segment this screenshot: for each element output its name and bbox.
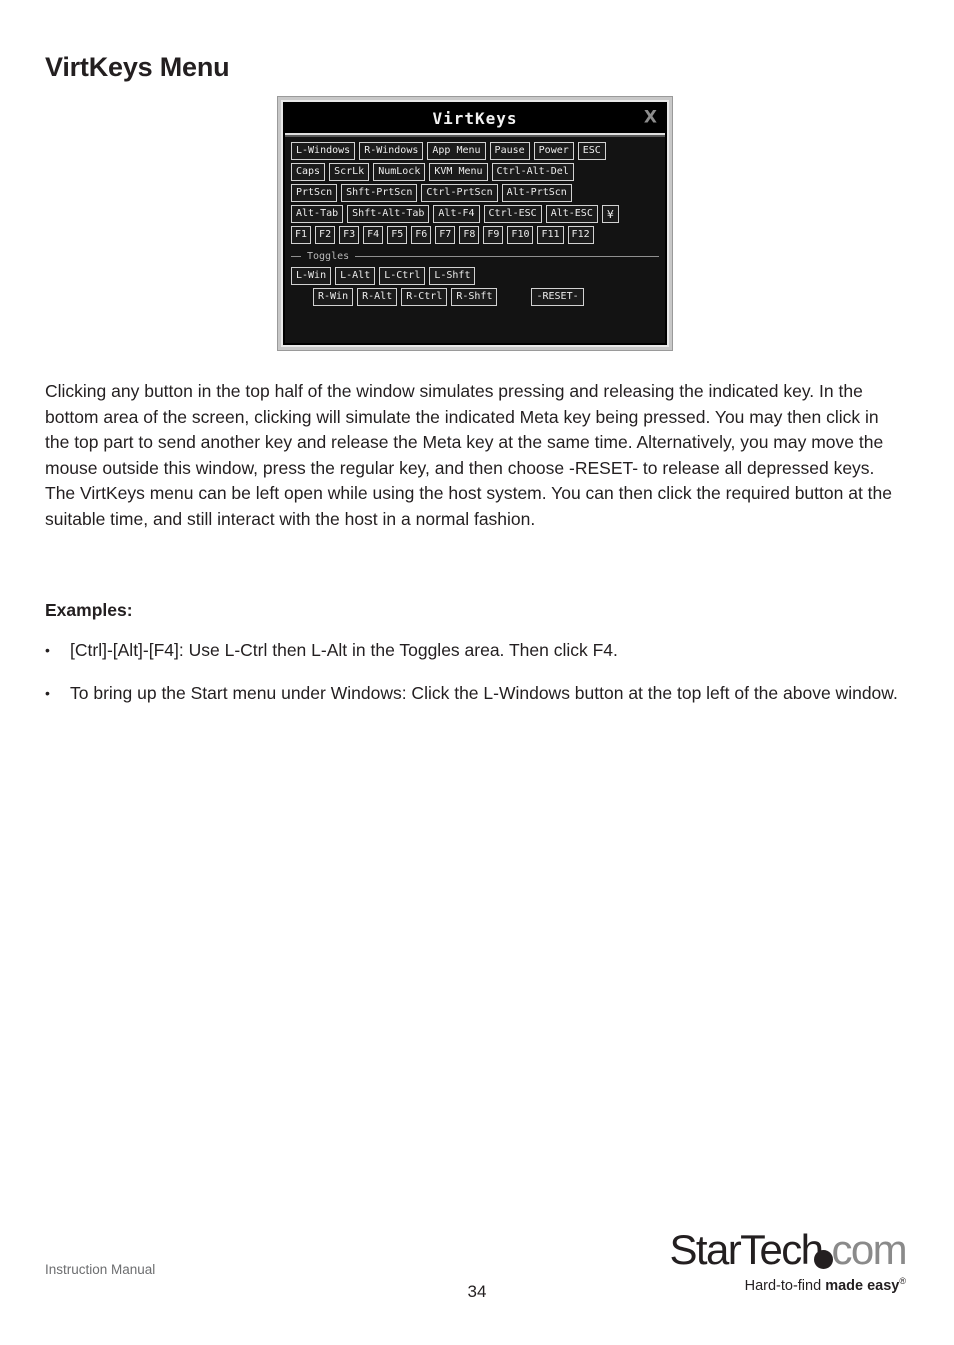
key-button-r-windows[interactable]: R-Windows [359, 142, 424, 160]
key-button-alt-prtscn[interactable]: Alt-PrtScn [501, 184, 572, 202]
key-button-f6[interactable]: F6 [411, 226, 432, 244]
virtkeys-dialog-figure: VirtKeys X L-Windows R-Windows App Menu Pau… [277, 96, 673, 351]
list-item: • [Ctrl]-[Alt]-[F4]: Use L-Ctrl then L-Al… [45, 638, 907, 664]
key-button-f11[interactable]: F11 [537, 226, 564, 244]
toggles-group-legend: Toggles [291, 250, 659, 262]
toggle-button-l-alt[interactable]: L-Alt [335, 267, 376, 285]
key-button-alt-tab[interactable]: Alt-Tab [291, 205, 344, 223]
bullet-marker: • [45, 684, 50, 701]
tagline-bold: made easy [825, 1277, 900, 1294]
key-button-f12[interactable]: F12 [567, 226, 594, 244]
key-button-f3[interactable]: F3 [339, 226, 360, 244]
dialog-title: VirtKeys [432, 108, 518, 128]
toggle-button-r-win[interactable]: R-Win [313, 288, 354, 306]
key-button-numlock[interactable]: NumLock [373, 163, 426, 181]
key-button-yen[interactable]: ¥ [601, 205, 619, 223]
dialog-body: L-Windows R-Windows App Menu Pause Power ESC C… [285, 137, 665, 343]
toggle-row: R-Win R-Alt R-Ctrl R-Shft -RESET- [291, 288, 659, 306]
toggle-row: L-Win L-Alt L-Ctrl L-Shft [291, 267, 659, 285]
key-button-kvm-menu[interactable]: KVM Menu [429, 163, 488, 181]
body-paragraph: Clicking any button in the top half of t… [45, 381, 892, 529]
bullet-text: To bring up the Start menu under Windows… [70, 682, 898, 703]
key-button-caps[interactable]: Caps [291, 163, 326, 181]
key-button-prtscn[interactable]: PrtScn [291, 184, 338, 202]
logo-com-text: com [831, 1226, 907, 1273]
bullet-text: [Ctrl]-[Alt]-[F4]: Use L-Ctrl then L-Alt… [70, 640, 618, 660]
logo-wordmark: StarTech com [664, 1226, 908, 1273]
key-button-app-menu[interactable]: App Menu [427, 142, 486, 160]
key-button-ctrl-alt-del[interactable]: Ctrl-Alt-Del [491, 163, 574, 181]
key-button-f8[interactable]: F8 [459, 226, 480, 244]
toggle-button-l-ctrl[interactable]: L-Ctrl [379, 267, 426, 285]
dialog-titlebar: VirtKeys X [285, 104, 665, 133]
dialog-bevel: VirtKeys X L-Windows R-Windows App Menu Pau… [281, 100, 669, 347]
key-button-shft-prtscn[interactable]: Shft-PrtScn [341, 184, 418, 202]
list-item: • To bring up the Start menu under Window… [45, 681, 907, 707]
key-row: Alt-Tab Shft-Alt-Tab Alt-F4 Ctrl-ESC Alt-ESC… [291, 205, 659, 223]
toggle-button-r-shft[interactable]: R-Shft [451, 288, 498, 306]
key-button-f7[interactable]: F7 [435, 226, 456, 244]
key-row: F1 F2 F3 F4 F5 F6 F7 F8 F9 F10 F11 F12 [291, 226, 659, 244]
key-button-f4[interactable]: F4 [363, 226, 384, 244]
registered-mark: ® [899, 1276, 906, 1286]
key-button-esc[interactable]: ESC [577, 142, 606, 160]
key-button-ctrl-esc[interactable]: Ctrl-ESC [483, 205, 542, 223]
virtkeys-window: VirtKeys X L-Windows R-Windows App Menu Pau… [285, 104, 665, 343]
toggle-button-l-win[interactable]: L-Win [291, 267, 332, 285]
reset-button[interactable]: -RESET- [531, 288, 584, 306]
key-button-l-windows[interactable]: L-Windows [291, 142, 356, 160]
toggles-legend-label: Toggles [307, 250, 350, 262]
key-row: L-Windows R-Windows App Menu Pause Power ESC [291, 142, 659, 160]
logo-startech-text: StarTech [669, 1226, 825, 1273]
page-title: VirtKeys Menu [45, 52, 230, 82]
key-button-f2[interactable]: F2 [315, 226, 336, 244]
key-button-ctrl-prtscn[interactable]: Ctrl-PrtScn [421, 184, 498, 202]
key-row: Caps ScrLk NumLock KVM Menu Ctrl-Alt-Del [291, 163, 659, 181]
key-button-f5[interactable]: F5 [387, 226, 408, 244]
key-button-pause[interactable]: Pause [489, 142, 530, 160]
key-button-alt-esc[interactable]: Alt-ESC [545, 205, 598, 223]
key-button-alt-f4[interactable]: Alt-F4 [433, 205, 480, 223]
legend-rule [355, 255, 659, 257]
toggle-button-r-ctrl[interactable]: R-Ctrl [401, 288, 448, 306]
document-page: VirtKeys Menu VirtKeys X L-Windows R-Wind… [0, 0, 954, 1345]
key-button-f1[interactable]: F1 [291, 226, 312, 244]
key-button-shft-alt-tab[interactable]: Shft-Alt-Tab [347, 205, 430, 223]
close-icon[interactable]: X [644, 109, 657, 127]
toggle-rows-container: L-Win L-Alt L-Ctrl L-Shft R-Win R-Alt R-Ctrl R-… [291, 267, 659, 306]
toggle-button-l-shft[interactable]: L-Shft [429, 267, 476, 285]
key-button-f9[interactable]: F9 [483, 226, 504, 244]
key-button-scrlk[interactable]: ScrLk [329, 163, 370, 181]
key-button-f10[interactable]: F10 [507, 226, 534, 244]
legend-dash [291, 255, 301, 257]
key-row: PrtScn Shft-PrtScn Ctrl-PrtScn Alt-PrtScn [291, 184, 659, 202]
key-button-power[interactable]: Power [533, 142, 574, 160]
bullet-marker: • [45, 642, 50, 658]
tagline-plain: Hard-to-find [744, 1277, 826, 1294]
toggle-button-r-alt[interactable]: R-Alt [357, 288, 398, 306]
key-rows-container: L-Windows R-Windows App Menu Pause Power ESC C… [291, 142, 659, 244]
examples-bullet-list: • [Ctrl]-[Alt]-[F4]: Use L-Ctrl then L-Al… [45, 638, 907, 723]
logo-tagline: Hard-to-find made easy® [664, 1276, 906, 1294]
startech-logo: StarTech com Hard-to-find made easy® [664, 1226, 908, 1294]
footer-instruction-manual: Instruction Manual [45, 1262, 156, 1277]
examples-heading: Examples: [45, 600, 133, 620]
